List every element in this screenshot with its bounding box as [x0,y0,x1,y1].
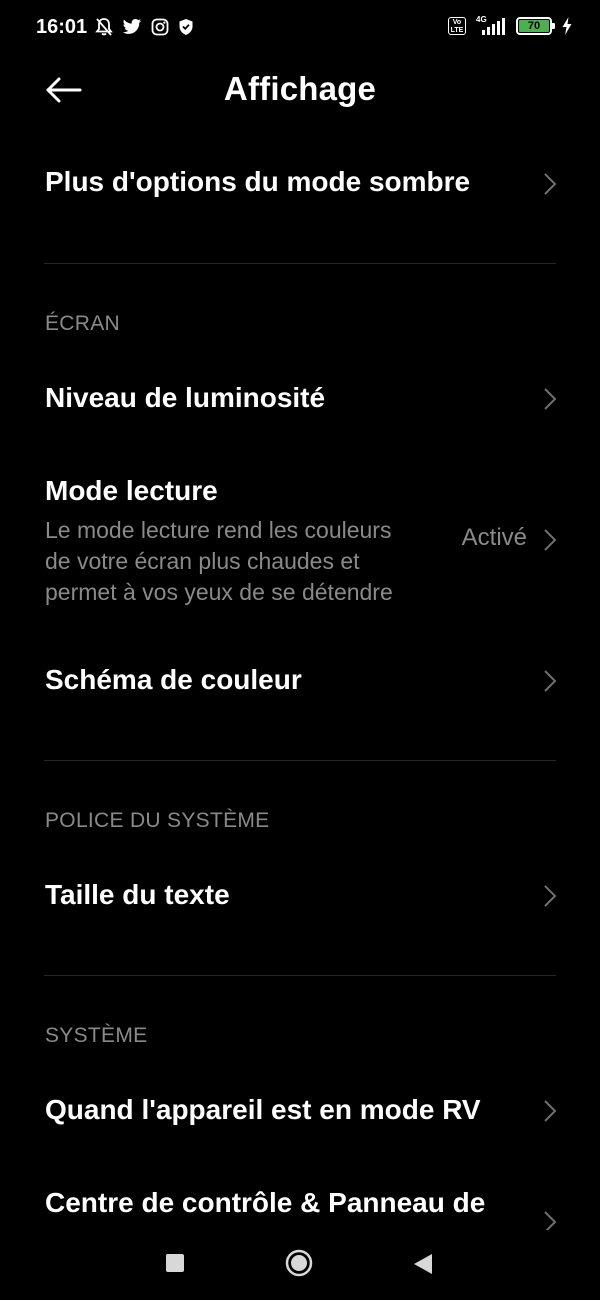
chevron-right-icon [544,670,557,692]
reading-mode-description: Le mode lecture rend les couleurs de vot… [45,515,435,608]
color-scheme-label: Schéma de couleur [45,664,302,695]
vr-mode-item[interactable]: Quand l'appareil est en mode RV [45,1094,557,1134]
chevron-right-icon [544,388,557,410]
text-size-item[interactable]: Taille du texte [45,879,557,919]
divider [44,263,556,264]
control-center-item[interactable]: Centre de contrôle & Panneau de [45,1187,557,1230]
battery-icon: 70 [516,17,555,35]
twitter-icon [122,19,142,34]
signal-icon: 4G [476,15,506,36]
status-notification-icons [95,17,194,37]
brightness-label: Niveau de luminosité [45,382,326,413]
brightness-item[interactable]: Niveau de luminosité [45,382,557,422]
status-time: 16:01 [36,16,88,38]
chevron-right-icon [544,1100,557,1122]
divider [44,760,556,761]
dark-mode-options-item[interactable]: Plus d'options du mode sombre [45,166,557,206]
divider [44,975,556,976]
recents-square-icon[interactable] [166,1254,184,1272]
reading-mode-status: Activé [461,524,527,551]
home-circle-icon[interactable] [284,1248,314,1278]
text-size-label: Taille du texte [45,879,230,910]
reading-mode-description-line: permet à vos yeux de se détendre [45,579,393,605]
color-scheme-item[interactable]: Schéma de couleur [45,664,557,704]
instagram-icon [151,18,169,36]
reading-mode-description-line: de votre écran plus chaudes et [45,548,360,574]
app-header: Affichage [0,60,600,120]
shield-icon [179,19,193,35]
chevron-right-icon [544,1211,557,1230]
bell-off-icon [95,18,113,36]
back-triangle-icon[interactable] [412,1252,434,1276]
reading-mode-description-line: Le mode lecture rend les couleurs [45,517,392,543]
navigation-bar [0,1230,600,1300]
reading-mode-item[interactable]: Mode lecture Le mode lecture rend les co… [45,475,557,610]
chevron-right-icon [544,173,557,195]
dark-mode-options-label: Plus d'options du mode sombre [45,166,471,197]
chevron-right-icon [544,529,557,551]
control-center-label: Centre de contrôle & Panneau de [45,1187,486,1218]
status-bar: 16:01 Vo LTE 4G 70 [0,0,600,56]
section-header-system-font: POLICE DU SYSTÈME [45,809,270,832]
charging-icon [562,17,572,35]
chevron-right-icon [544,885,557,907]
status-system-icons: Vo LTE 4G 70 [448,15,572,36]
section-header-screen: ÉCRAN [45,312,121,335]
vr-mode-label: Quand l'appareil est en mode RV [45,1094,481,1125]
volte-icon: Vo LTE [448,17,466,35]
page-title: Affichage [223,70,377,107]
section-header-system: SYSTÈME [45,1024,148,1047]
reading-mode-label: Mode lecture [45,475,218,506]
battery-level: 70 [519,20,549,32]
